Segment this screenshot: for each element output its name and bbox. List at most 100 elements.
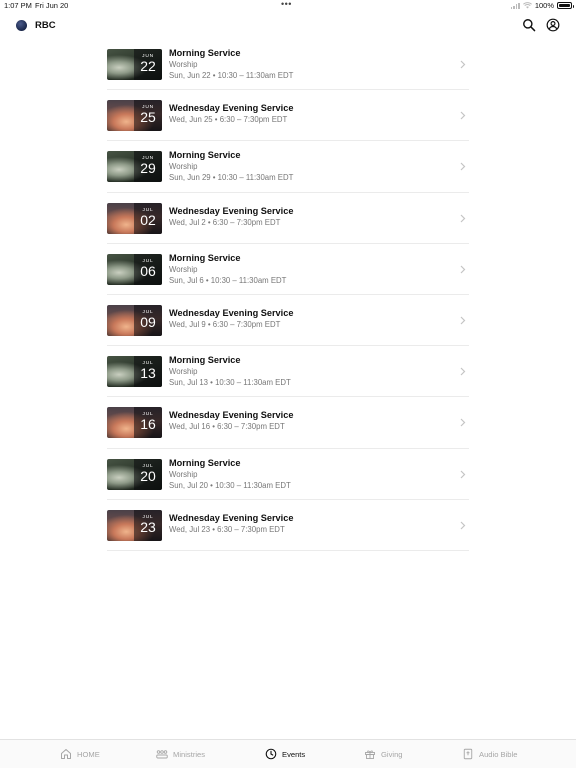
event-thumbnail: JUL 23 — [107, 509, 162, 541]
event-title: Wednesday Evening Service — [169, 410, 294, 421]
date-badge: JUL 23 — [134, 509, 162, 541]
event-list: JUN 22 Morning Service Worship Sun, Jun … — [107, 39, 469, 551]
clock-icon — [265, 748, 277, 760]
event-thumbnail: JUL 06 — [107, 253, 162, 285]
tab-label: Events — [282, 749, 306, 759]
event-day: 06 — [140, 262, 156, 279]
event-thumbnail: JUL 02 — [107, 202, 162, 234]
wifi-icon — [522, 2, 532, 9]
chevron-right-icon — [460, 367, 466, 376]
event-time: Wed, Jun 25 • 6:30 – 7:30pm EDT — [169, 115, 288, 125]
date-badge: JUL 02 — [134, 202, 162, 234]
status-bar: 1:07 PM Fri Jun 20 ••• 100% — [0, 0, 576, 12]
event-row[interactable]: JUL 09 Wednesday Evening Service Wed, Ju… — [107, 295, 469, 347]
tab-events[interactable]: Events — [265, 747, 305, 761]
event-day: 25 — [140, 109, 156, 126]
chevron-right-icon — [460, 521, 466, 530]
battery-percent: 100% — [534, 1, 554, 10]
event-row[interactable]: JUL 06 Morning Service Worship Sun, Jul … — [107, 244, 469, 295]
status-time: 1:07 PM — [4, 1, 32, 10]
status-date: Fri Jun 20 — [35, 1, 69, 10]
event-time: Wed, Jul 16 • 6:30 – 7:30pm EDT — [169, 422, 285, 432]
event-thumbnail: JUL 09 — [107, 304, 162, 336]
tab-home[interactable]: HOME — [60, 747, 100, 761]
event-title: Morning Service — [169, 457, 241, 468]
date-badge: JUL 16 — [134, 407, 162, 439]
event-thumbnail: JUN 29 — [107, 151, 162, 183]
event-time: Wed, Jul 23 • 6:30 – 7:30pm EDT — [169, 524, 285, 534]
event-row[interactable]: JUL 20 Morning Service Worship Sun, Jul … — [107, 449, 469, 500]
multitasking-dots-icon[interactable]: ••• — [281, 0, 292, 9]
event-row[interactable]: JUL 23 Wednesday Evening Service Wed, Ju… — [107, 500, 469, 551]
tab-label: Giving — [381, 749, 403, 759]
logo-icon — [16, 20, 27, 31]
date-badge: JUN 25 — [134, 100, 162, 132]
event-row[interactable]: JUN 29 Morning Service Worship Sun, Jun … — [107, 141, 469, 193]
event-day: 13 — [140, 365, 156, 382]
event-time: Sun, Jun 22 • 10:30 – 11:30am EDT — [169, 71, 294, 80]
event-time: Sun, Jul 6 • 10:30 – 11:30am EDT — [169, 275, 287, 285]
event-row[interactable]: JUN 25 Wednesday Evening Service Wed, Ju… — [107, 90, 469, 142]
tab-giving[interactable]: Giving — [364, 747, 403, 761]
event-category: Worship — [169, 367, 198, 377]
tab-label: HOME — [77, 749, 100, 759]
event-category: Worship — [169, 60, 198, 69]
event-category: Worship — [169, 469, 198, 479]
date-badge: JUL 13 — [134, 356, 162, 388]
date-badge: JUN 22 — [134, 49, 162, 80]
people-icon — [156, 750, 168, 759]
event-title: Wednesday Evening Service — [169, 307, 294, 318]
app-title: RBC — [35, 20, 56, 31]
event-category: Worship — [169, 162, 198, 172]
event-time: Wed, Jul 2 • 6:30 – 7:30pm EDT — [169, 217, 281, 227]
event-category: Worship — [169, 264, 198, 274]
battery-icon — [557, 2, 574, 9]
event-day: 20 — [140, 467, 156, 484]
event-row[interactable]: JUL 02 Wednesday Evening Service Wed, Ju… — [107, 193, 469, 244]
event-time: Sun, Jul 13 • 10:30 – 11:30am EDT — [169, 378, 291, 388]
event-thumbnail: JUL 16 — [107, 407, 162, 439]
event-title: Morning Service — [169, 150, 241, 161]
event-day: 02 — [140, 211, 156, 228]
status-indicators: 100% — [510, 1, 574, 10]
home-icon — [61, 749, 71, 759]
event-row[interactable]: JUL 13 Morning Service Worship Sun, Jul … — [107, 346, 469, 398]
event-title: Morning Service — [169, 48, 241, 58]
chevron-right-icon — [460, 265, 466, 274]
event-thumbnail: JUN 22 — [107, 49, 162, 80]
event-thumbnail: JUL 20 — [107, 458, 162, 490]
tab-bar: HOME Ministries Events Giving Audio Bibl… — [0, 739, 576, 768]
event-time: Sun, Jun 29 • 10:30 – 11:30am EDT — [169, 173, 294, 183]
bible-icon — [463, 748, 473, 760]
date-badge: JUL 06 — [134, 253, 162, 285]
app-header: RBC — [0, 12, 576, 40]
tab-ministries[interactable]: Ministries — [156, 747, 205, 761]
event-time: Sun, Jul 20 • 10:30 – 11:30am EDT — [169, 480, 291, 490]
event-title: Morning Service — [169, 252, 241, 263]
event-day: 09 — [140, 313, 156, 330]
chevron-right-icon — [460, 60, 466, 69]
chevron-right-icon — [460, 316, 466, 325]
date-badge: JUL 09 — [134, 304, 162, 336]
event-day: 16 — [140, 416, 156, 433]
event-row[interactable]: JUN 22 Morning Service Worship Sun, Jun … — [107, 39, 469, 91]
tab-label: Audio Bible — [479, 749, 518, 759]
date-badge: JUL 20 — [134, 458, 162, 490]
event-day: 22 — [140, 58, 156, 74]
gift-icon — [365, 750, 375, 759]
event-row[interactable]: JUL 16 Wednesday Evening Service Wed, Ju… — [107, 397, 469, 449]
event-day: 23 — [140, 518, 156, 535]
cellular-signal-icon — [510, 2, 520, 9]
event-title: Wednesday Evening Service — [169, 205, 294, 216]
chevron-right-icon — [460, 111, 466, 120]
account-icon[interactable] — [546, 18, 560, 32]
chevron-right-icon — [460, 418, 466, 427]
tab-label: Ministries — [173, 749, 206, 759]
tab-audio-bible[interactable]: Audio Bible — [462, 747, 517, 761]
event-time: Wed, Jul 9 • 6:30 – 7:30pm EDT — [169, 319, 281, 329]
chevron-right-icon — [460, 470, 466, 478]
event-thumbnail: JUN 25 — [107, 100, 162, 132]
event-day: 29 — [140, 160, 156, 177]
search-icon[interactable] — [522, 18, 536, 32]
event-title: Morning Service — [169, 355, 241, 366]
